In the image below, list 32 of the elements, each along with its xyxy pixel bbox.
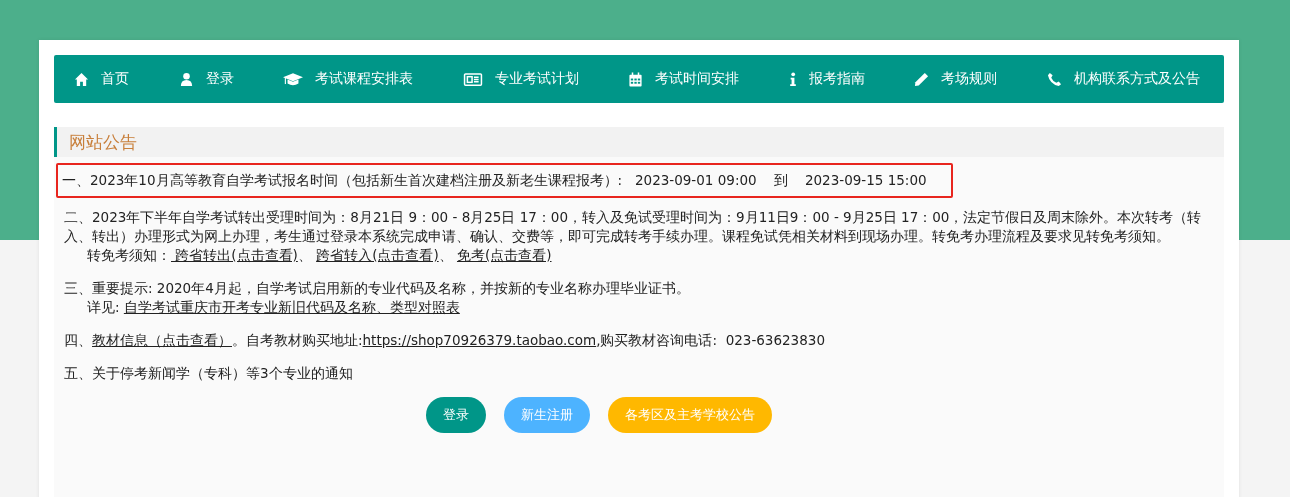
info-icon	[788, 71, 797, 87]
phone-icon	[1046, 71, 1062, 87]
nav-item[interactable]: 报考指南	[788, 70, 865, 88]
nav-item[interactable]: 考场规则	[914, 70, 998, 88]
notice-text: 一、2023年10月高等教育自学考试报名时间（包括新生首次建档注册及新老生课程报考）: 2023-09-01 09:00 到 2023-09-15 15:00	[62, 171, 927, 190]
home-icon	[74, 71, 89, 87]
calendar-icon	[628, 71, 644, 87]
action-button[interactable]: 新生注册	[504, 397, 590, 433]
nav-item[interactable]: 专业考试计划	[462, 70, 579, 88]
notice-link[interactable]: 免考(点击查看)	[456, 247, 552, 263]
user-icon	[178, 71, 194, 87]
nav-item[interactable]: 登录	[178, 70, 234, 88]
newspaper-icon	[462, 71, 483, 87]
notice-text: 二、2023年下半年自学考试转出受理时间为：8月21日 9：00 - 8月25日 17：00，转入及免试受理时间为：9月11日9：00 - 9月25日 17：00，法定节假日及周末除外。本次转考（转入、转出）办理形式为网上办理，考生通过登录本系统完成申请、确认、交费等，即可完成转考手续办理。课程免试凭相关材料到现场办理。转免考办理流程及要求见转免考须知。	[64, 208, 1203, 246]
pencil-icon	[914, 71, 930, 87]
action-button[interactable]: 登录	[426, 397, 486, 433]
notice-text: 三、重要提示: 2020年4月起，自学考试启用新的专业代码及名称，并按新的专业名称办理毕业证书。	[64, 279, 691, 298]
nav-item[interactable]: 考试时间安排	[628, 70, 740, 88]
nav-item[interactable]: 机构联系方式及公告	[1046, 70, 1200, 88]
notice-link[interactable]: 教材信息（点击查看）	[92, 332, 232, 348]
notice-link[interactable]: https://shop70926379.taobao.com	[362, 332, 597, 348]
nav-item[interactable]: 考试课程安排表	[283, 70, 414, 88]
nav-item[interactable]: 首页	[74, 70, 129, 88]
notice-text: 详见: 自学考试重庆市开考专业新旧代码及名称、类型对照表	[86, 298, 461, 317]
notice-text: 四、教材信息（点击查看）。自考教材购买地址:https://shop70926379.taobao.com,购买教材咨询电话: 023-63623830	[64, 331, 826, 350]
section-title: 网站公告	[69, 130, 137, 154]
notice-text: 五、关于停考新闻学（专科）等3个专业的通知	[64, 364, 354, 383]
graduation-cap-icon	[283, 71, 304, 87]
notice-link[interactable]: 跨省转出(点击查看)	[171, 247, 298, 263]
notice-link[interactable]: 跨省转入(点击查看)	[316, 247, 439, 263]
notice-link[interactable]: 自学考试重庆市开考专业新旧代码及名称、类型对照表	[123, 299, 460, 315]
notice-text: 转免考须知： 跨省转出(点击查看)、 跨省转入(点击查看)、 免考(点击查看)	[86, 246, 553, 265]
